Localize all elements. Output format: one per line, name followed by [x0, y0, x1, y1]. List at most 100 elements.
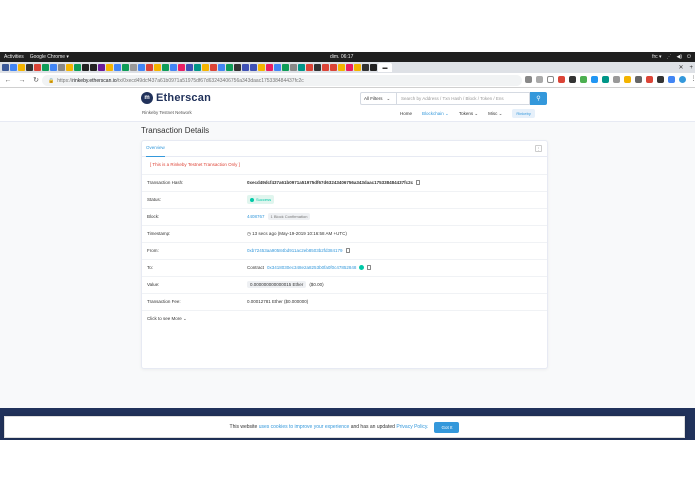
tab-favicon[interactable] — [186, 64, 193, 71]
tab-favicon[interactable] — [18, 64, 25, 71]
forward-icon[interactable]: → — [18, 77, 26, 84]
profile-avatar[interactable] — [679, 76, 686, 83]
power-icon[interactable]: ⏻ — [687, 54, 691, 60]
tab-favicon[interactable] — [290, 64, 297, 71]
copy-icon[interactable] — [367, 265, 372, 270]
tab-favicon[interactable] — [282, 64, 289, 71]
activities-button[interactable]: Activities — [4, 54, 24, 60]
cookie-policy-link[interactable]: uses cookies to improve your experience — [259, 424, 350, 430]
site-logo[interactable]: m Etherscan — [141, 92, 211, 104]
reload-icon[interactable]: ↻ — [32, 76, 40, 84]
tab-favicon[interactable] — [2, 64, 9, 71]
tab-favicon[interactable] — [82, 64, 89, 71]
tab-favicon[interactable] — [162, 64, 169, 71]
network-badge[interactable]: Rinkeby — [512, 109, 535, 118]
tab-favicon[interactable] — [130, 64, 137, 71]
to-address-link[interactable]: 0x3418030ec348e2a8253b0fa0f0c47852848 — [267, 265, 356, 270]
copy-icon[interactable] — [345, 248, 350, 253]
tab-overview[interactable]: Overview — [146, 145, 165, 157]
tab-favicon[interactable] — [122, 64, 129, 71]
back-icon[interactable]: ← — [4, 77, 12, 84]
extension-icon[interactable] — [635, 76, 642, 83]
tab-favicon[interactable] — [138, 64, 145, 71]
search-button[interactable]: ⚲ — [530, 92, 547, 105]
extension-icon[interactable] — [591, 76, 598, 83]
tab-favicon[interactable] — [306, 64, 313, 71]
tab-favicon[interactable] — [146, 64, 153, 71]
tab-favicon[interactable] — [250, 64, 257, 71]
search-input[interactable]: Search by Address / Txn Hash / Block / T… — [397, 92, 530, 105]
tab-favicon[interactable] — [26, 64, 33, 71]
extension-icon[interactable] — [657, 76, 664, 83]
tab-favicon[interactable] — [234, 64, 241, 71]
extension-icon[interactable] — [613, 76, 620, 83]
tab-favicon[interactable] — [202, 64, 209, 71]
clock[interactable]: dim. 06:17 — [330, 54, 353, 60]
close-tab-icon[interactable]: ✕ — [678, 64, 683, 71]
nav-tokens[interactable]: Tokens ⌄ — [459, 111, 478, 117]
tab-favicon[interactable] — [322, 64, 329, 71]
nav-misc[interactable]: Misc ⌄ — [488, 111, 502, 117]
tab-favicon[interactable] — [242, 64, 249, 71]
tab-favicon[interactable] — [274, 64, 281, 71]
tab-favicon[interactable] — [218, 64, 225, 71]
tab-favicon[interactable] — [170, 64, 177, 71]
tab-favicon[interactable] — [266, 64, 273, 71]
site-header: m Etherscan Rinkeby Testnet Network All … — [0, 88, 695, 122]
input-language[interactable]: frc ▾ — [652, 54, 661, 60]
nav-blockchain[interactable]: Blockchain ⌄ — [422, 111, 449, 117]
tab-favicon[interactable] — [114, 64, 121, 71]
tab-favicon[interactable] — [330, 64, 337, 71]
tab-favicon[interactable] — [58, 64, 65, 71]
tab-favicon[interactable] — [154, 64, 161, 71]
tab-favicon[interactable] — [370, 64, 377, 71]
extension-icon[interactable] — [646, 76, 653, 83]
filter-select[interactable]: All Filters ⌄ — [360, 92, 397, 105]
tab-favicon[interactable] — [346, 64, 353, 71]
tab-favicon[interactable] — [362, 64, 369, 71]
tab-favicon[interactable] — [50, 64, 57, 71]
tab-favicon[interactable] — [98, 64, 105, 71]
url-field[interactable]: 🔒 https:// rinkeby.etherscan.io /tx/0xec… — [42, 75, 522, 86]
tab-favicon[interactable] — [90, 64, 97, 71]
chrome-menu-icon[interactable]: ⋮ — [690, 76, 695, 83]
from-address-link[interactable]: 0xb72453aa90584bd911ac2eb8503b2fd384179 — [247, 248, 343, 253]
tab-favicon[interactable] — [34, 64, 41, 71]
tab-favicon[interactable] — [42, 64, 49, 71]
privacy-policy-link[interactable]: Privacy Policy. — [396, 424, 428, 430]
extension-icon[interactable] — [602, 76, 609, 83]
tab-favicon[interactable] — [66, 64, 73, 71]
block-link[interactable]: 4408767 — [247, 214, 265, 219]
copy-icon[interactable] — [416, 180, 421, 185]
tab-favicon[interactable] — [258, 64, 265, 71]
tab-favicon[interactable] — [106, 64, 113, 71]
active-tab[interactable]: ▬ — [378, 63, 392, 72]
extension-icon[interactable] — [668, 76, 675, 83]
extension-icon[interactable] — [580, 76, 587, 83]
nav-home[interactable]: Home — [400, 111, 412, 116]
bookmark-star-icon[interactable] — [547, 76, 554, 83]
tab-favicon[interactable] — [194, 64, 201, 71]
translate-icon[interactable] — [525, 76, 532, 83]
extension-icon[interactable] — [558, 76, 565, 83]
tab-favicon[interactable] — [338, 64, 345, 71]
app-menu[interactable]: Google Chrome ▾ — [30, 54, 69, 60]
tab-favicon[interactable] — [354, 64, 361, 71]
got-it-button[interactable]: Got It — [434, 421, 460, 433]
tab-favicon[interactable] — [178, 64, 185, 71]
tab-favicon[interactable] — [210, 64, 217, 71]
tab-favicon[interactable] — [226, 64, 233, 71]
tab-favicon[interactable] — [298, 64, 305, 71]
chevron-down-icon: ⌄ — [386, 95, 391, 101]
tab-favicon[interactable] — [10, 64, 17, 71]
more-options-icon[interactable]: ⋮ — [535, 145, 542, 152]
see-more-link[interactable]: Click to see More ⌄ — [147, 316, 187, 322]
tab-favicon[interactable] — [314, 64, 321, 71]
network-icon[interactable]: ⋰ — [667, 54, 672, 60]
extension-icon[interactable] — [536, 76, 543, 83]
volume-icon[interactable]: ◀) — [677, 54, 683, 60]
new-tab-icon[interactable]: + — [689, 65, 693, 71]
extension-icon[interactable] — [569, 76, 576, 83]
tab-favicon[interactable] — [74, 64, 81, 71]
extension-icon[interactable] — [624, 76, 631, 83]
